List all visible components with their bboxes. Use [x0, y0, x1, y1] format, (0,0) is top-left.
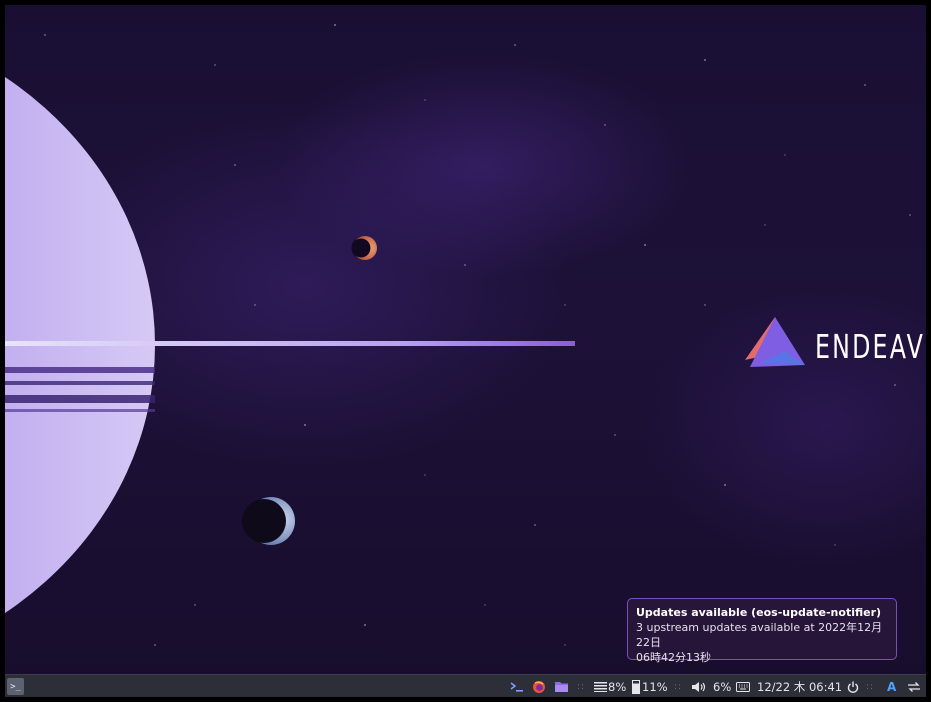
endeavour-logo-icon: [745, 317, 805, 367]
keyboard-layout-label: A: [887, 679, 897, 694]
keyboard-icon[interactable]: [736, 675, 750, 697]
notification-body-line-2: 06時42分13秒: [636, 651, 711, 664]
notification-body-line-1: 3 upstream updates available at 2022年12月…: [636, 621, 883, 649]
memory-monitor[interactable]: 11%: [632, 675, 668, 697]
brand-wordmark: ENDEAVOU: [815, 327, 926, 366]
cpu-icon: [594, 681, 607, 692]
speaker-icon: [692, 681, 706, 692]
taskbar-separator: ::: [866, 681, 875, 692]
taskbar: >_ :: 8% 11% :: 6% 12/22 木 06:41:: A: [5, 674, 926, 697]
clock[interactable]: 12/22 木 06:41: [757, 675, 842, 697]
planet-ring: [5, 341, 575, 346]
clock-time: 12/22 木 06:41: [757, 679, 843, 694]
switch-arrows-icon[interactable]: [907, 675, 921, 697]
file-manager-launcher-icon[interactable]: [554, 675, 569, 697]
cpu-monitor[interactable]: 8%: [594, 675, 626, 697]
terminal-launcher-icon[interactable]: [510, 675, 524, 697]
wallpaper: [5, 24, 911, 646]
taskbar-separator: ::: [577, 681, 586, 692]
firefox-launcher-icon[interactable]: [532, 675, 546, 697]
desktop: ENDEAVOU Updates available (eos-update-n…: [5, 5, 926, 697]
volume-control[interactable]: 6%: [691, 675, 731, 697]
start-menu-button[interactable]: >_: [7, 678, 24, 695]
keyboard-layout-indicator[interactable]: A: [887, 675, 896, 697]
blue-moon: [242, 497, 295, 545]
taskbar-separator: ::: [674, 681, 683, 692]
update-notification[interactable]: Updates available (eos-update-notifier) …: [627, 598, 897, 664]
memory-icon: [632, 679, 640, 694]
terminal-prompt-icon: >_: [10, 681, 21, 692]
red-moon: [351, 236, 377, 260]
notification-title: Updates available (eos-update-notifier): [636, 606, 882, 619]
volume-level: 6%: [713, 679, 732, 694]
memory-usage: 11%: [642, 679, 668, 694]
cpu-usage: 8%: [608, 679, 627, 694]
power-icon[interactable]: [847, 675, 859, 697]
